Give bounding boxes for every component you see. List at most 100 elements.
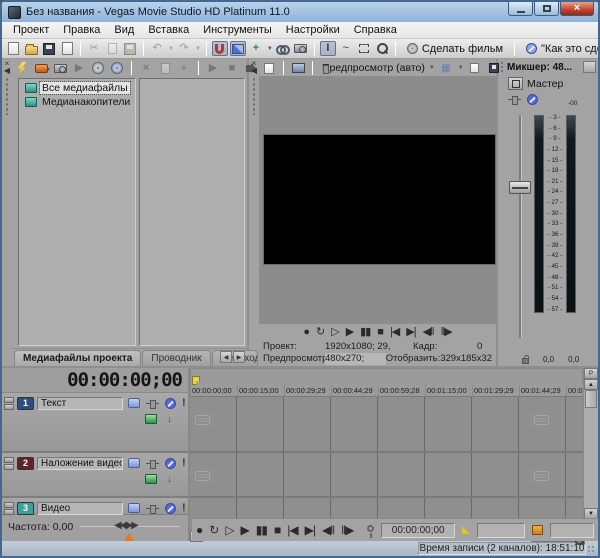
record-button[interactable]: ●: [303, 327, 309, 338]
track-solo-icon[interactable]: !: [182, 502, 186, 514]
play-from-start-button[interactable]: ▷: [331, 327, 338, 338]
media-properties-icon[interactable]: [157, 61, 173, 76]
track-mute-icon[interactable]: [165, 503, 176, 514]
menu-item[interactable]: Правка: [56, 23, 107, 37]
overlay-grid-icon[interactable]: ▦: [438, 61, 454, 76]
menu-item[interactable]: Вид: [107, 23, 141, 37]
master-bus-icon[interactable]: [508, 77, 523, 90]
ripple-edit-icon[interactable]: [275, 41, 291, 56]
next-frame-button[interactable]: ‖▶: [441, 327, 452, 338]
tree-item-all-media[interactable]: Все медиафайлы: [19, 81, 135, 95]
pause-button[interactable]: ▮▮: [256, 524, 267, 536]
track-level-icon[interactable]: [146, 504, 159, 513]
vertical-scrollbar[interactable]: P ▲ ▼ + −: [583, 368, 598, 541]
new-project-icon[interactable]: [5, 41, 21, 56]
parent-composite-icon[interactable]: ↓: [167, 414, 172, 425]
undo-dropdown-icon[interactable]: ▼: [168, 46, 174, 52]
marker-tool-icon[interactable]: P: [584, 368, 598, 379]
track-header-text[interactable]: 1 Текст ! ↓: [2, 393, 188, 453]
media-panel-grip[interactable]: × ◀: [2, 59, 12, 366]
video-output-icon[interactable]: [261, 61, 277, 76]
how-to-button[interactable]: "Как это сделать?": [520, 42, 600, 56]
stop-button[interactable]: ■: [274, 524, 280, 536]
redo-icon[interactable]: ↷: [176, 41, 192, 56]
fader-lock-icon[interactable]: [522, 358, 529, 364]
track-lane-overlay[interactable]: [190, 453, 583, 498]
redo-dropdown-icon[interactable]: ▼: [195, 46, 201, 52]
track-name-field[interactable]: Наложение видео: [37, 457, 123, 470]
extract-audio-icon[interactable]: ▶: [71, 61, 87, 76]
track-mute-icon[interactable]: [165, 398, 176, 409]
make-movie-button[interactable]: Сделать фильм: [401, 42, 509, 56]
preview-quality-caret-icon[interactable]: ▼: [429, 65, 435, 71]
loop-playback-button[interactable]: ↻: [316, 327, 324, 338]
remove-media-icon[interactable]: ×: [138, 61, 154, 76]
go-to-end-button[interactable]: ▶|: [305, 524, 315, 536]
title-bar[interactable]: Без названия - Vegas Movie Studio HD Pla…: [2, 2, 598, 22]
tab-project-media[interactable]: Медиафайлы проекта: [14, 350, 141, 366]
auto-crossfade-toggle-icon[interactable]: [230, 41, 246, 56]
time-ruler[interactable]: 00:00:00;0000:00:15;0000:00:29;2900:00:4…: [190, 385, 583, 397]
go-to-end-button[interactable]: ▶|: [406, 327, 415, 338]
tabs-scroll-right-icon[interactable]: ▶: [233, 351, 245, 363]
import-media-icon[interactable]: [14, 61, 30, 76]
go-to-start-button[interactable]: |◀: [390, 327, 399, 338]
mixer-dock-icon[interactable]: [583, 61, 596, 73]
get-from-dvd-icon[interactable]: [90, 61, 106, 76]
selection-start-field[interactable]: [477, 523, 524, 538]
play-button[interactable]: ▶: [346, 327, 353, 338]
selection-length-field[interactable]: [550, 523, 594, 538]
menu-item[interactable]: Проект: [6, 23, 56, 37]
mixer-grip[interactable]: [500, 61, 504, 73]
cut-icon[interactable]: ✂: [86, 41, 102, 56]
media-file-list[interactable]: [139, 78, 245, 346]
compositing-mode-icon[interactable]: [128, 398, 140, 408]
track-name-field[interactable]: Текст: [37, 397, 123, 410]
timeline-marker-icon[interactable]: [192, 376, 200, 385]
tree-item-media-bins[interactable]: Медианакопители: [19, 95, 135, 109]
scrub-control[interactable]: ◀◀▶▶: [80, 526, 180, 527]
copy-icon[interactable]: [104, 41, 120, 56]
preview-panel-grip[interactable]: × ◀: [249, 59, 259, 366]
master-mute-icon[interactable]: [527, 94, 538, 105]
loop-region-icon[interactable]: [532, 525, 544, 535]
snapshot-icon[interactable]: [293, 41, 309, 56]
close-button[interactable]: ×: [560, 2, 594, 16]
paste-icon[interactable]: [122, 41, 138, 56]
add-track-icon[interactable]: +: [248, 41, 264, 56]
media-stop-icon[interactable]: ■: [224, 61, 240, 76]
menu-item[interactable]: Инструменты: [196, 23, 279, 37]
track-level-icon[interactable]: [146, 399, 159, 408]
track-minimize-buttons[interactable]: [4, 397, 14, 410]
play-from-start-button[interactable]: ▷: [225, 524, 233, 536]
prev-frame-button[interactable]: ◀‖: [423, 327, 434, 338]
edit-tool-icon[interactable]: I: [320, 41, 336, 56]
maximize-button[interactable]: [534, 2, 559, 16]
external-monitor-icon[interactable]: [290, 61, 306, 76]
track-minimize-buttons[interactable]: [4, 457, 14, 470]
panel-undock-icon[interactable]: ◀: [4, 67, 10, 74]
download-media-icon[interactable]: [109, 61, 125, 76]
selection-tool-icon[interactable]: [356, 41, 372, 56]
loop-playback-button[interactable]: ↻: [209, 524, 218, 536]
project-properties-icon[interactable]: [59, 41, 75, 56]
track-solo-icon[interactable]: !: [182, 397, 186, 409]
cursor-time-field[interactable]: 00:00:00;00: [381, 523, 455, 538]
track-mute-icon[interactable]: [165, 458, 176, 469]
prev-frame-button[interactable]: ◀‖: [322, 524, 334, 536]
play-button[interactable]: ▶: [241, 524, 249, 536]
track-motion-icon[interactable]: [145, 414, 157, 424]
compositing-mode-icon[interactable]: [128, 503, 140, 513]
capture-video-icon[interactable]: [33, 61, 49, 76]
pause-button[interactable]: ▮▮: [360, 327, 370, 338]
timeline-time-display[interactable]: 00:00:00;00: [67, 369, 182, 391]
master-fader-handle[interactable]: [509, 181, 531, 194]
track-lane-text[interactable]: [190, 397, 583, 453]
track-motion-icon[interactable]: [145, 474, 157, 484]
tab-explorer[interactable]: Проводник: [142, 350, 210, 366]
compositing-mode-icon[interactable]: [128, 458, 140, 468]
menu-item[interactable]: Вставка: [141, 23, 196, 37]
parent-composite-icon[interactable]: ↓: [167, 474, 172, 485]
marker-dropdown-icon[interactable]: [462, 526, 470, 534]
envelope-tool-icon[interactable]: ~: [338, 41, 354, 56]
